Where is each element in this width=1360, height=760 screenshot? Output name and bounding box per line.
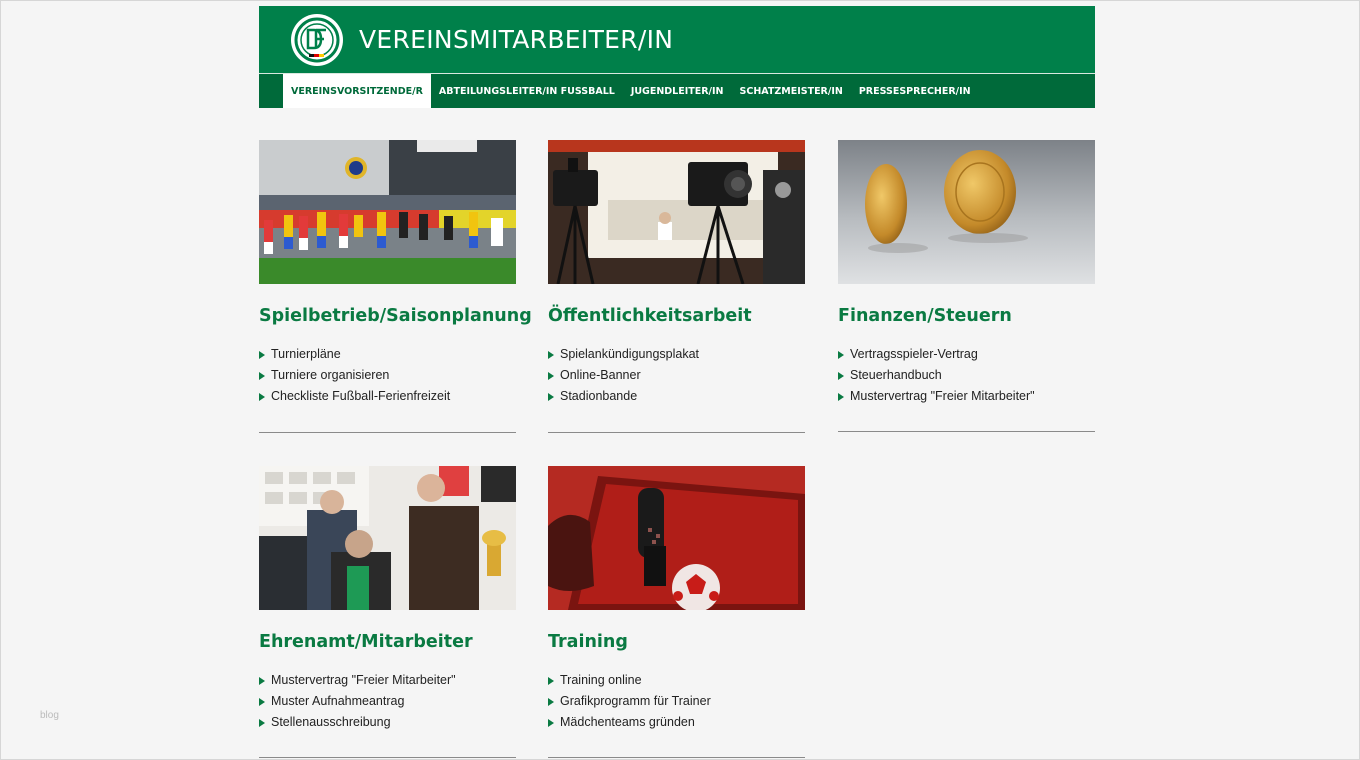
nav-item-vereinsvorsitzende[interactable]: VEREINSVORSITZENDE/R	[283, 74, 431, 108]
card-divider	[838, 431, 1095, 432]
watermark-text: blog	[40, 710, 59, 721]
link-list: Mustervertrag "Freier Mitarbeiter" Muste…	[259, 670, 516, 733]
card-divider	[259, 757, 516, 758]
list-item[interactable]: Training online	[548, 670, 805, 691]
nav-item-pressesprecher[interactable]: PRESSESPRECHER/IN	[851, 74, 979, 108]
nav-item-schatzmeister[interactable]: SCHATZMEISTER/IN	[732, 74, 851, 108]
list-item[interactable]: Stellenausschreibung	[259, 712, 516, 733]
list-item[interactable]: Stadionbande	[548, 386, 805, 407]
list-item[interactable]: Spielankündigungsplakat	[548, 344, 805, 365]
nav-item-abteilungsleiter[interactable]: ABTEILUNGSLEITER/IN FUSSBALL	[431, 74, 623, 108]
link-list: Vertragsspieler-Vertrag Steuerhandbuch M…	[838, 344, 1095, 407]
card-divider	[548, 757, 805, 758]
link-list: Training online Grafikprogramm für Train…	[548, 670, 805, 733]
card-divider	[548, 432, 805, 433]
list-item[interactable]: Mustervertrag "Freier Mitarbeiter"	[259, 670, 516, 691]
list-item[interactable]: Grafikprogramm für Trainer	[548, 691, 805, 712]
football-match-photo[interactable]	[259, 140, 516, 284]
card-title[interactable]: Öffentlichkeitsarbeit	[548, 306, 805, 326]
page-title: VEREINSMITARBEITER/IN	[359, 25, 674, 54]
link-list: Turnierpläne Turniere organisieren Check…	[259, 344, 516, 407]
list-item[interactable]: Steuerhandbuch	[838, 365, 1095, 386]
card-title[interactable]: Spielbetrieb/Saisonplanung	[259, 306, 532, 326]
list-item[interactable]: Online-Banner	[548, 365, 805, 386]
coins-photo[interactable]	[838, 140, 1095, 284]
card-divider	[259, 432, 516, 433]
card-finanzen: Finanzen/Steuern Vertragsspieler-Vertrag…	[838, 140, 1095, 432]
nav-item-jugendleiter[interactable]: JUGENDLEITER/IN	[623, 74, 732, 108]
dfb-logo[interactable]	[291, 13, 343, 66]
list-item[interactable]: Turnierpläne	[259, 344, 516, 365]
list-item[interactable]: Checkliste Fußball-Ferienfreizeit	[259, 386, 516, 407]
card-ehrenamt: Ehrenamt/Mitarbeiter Mustervertrag "Frei…	[259, 466, 516, 758]
card-training: Training Training online Grafikprogramm …	[548, 466, 805, 758]
tv-cameras-press-photo[interactable]	[548, 140, 805, 284]
link-list: Spielankündigungsplakat Online-Banner St…	[548, 344, 805, 407]
list-item[interactable]: Mustervertrag "Freier Mitarbeiter"	[838, 386, 1095, 407]
list-item[interactable]: Vertragsspieler-Vertrag	[838, 344, 1095, 365]
main-nav: VEREINSVORSITZENDE/R ABTEILUNGSLEITER/IN…	[259, 74, 1095, 108]
page-container: VEREINSMITARBEITER/IN VEREINSVORSITZENDE…	[259, 6, 1095, 760]
card-title[interactable]: Training	[548, 632, 805, 652]
office-team-photo[interactable]	[259, 466, 516, 610]
topic-grid: Spielbetrieb/Saisonplanung Turnierpläne …	[259, 140, 1095, 760]
card-spielbetrieb: Spielbetrieb/Saisonplanung Turnierpläne …	[259, 140, 532, 433]
card-title[interactable]: Ehrenamt/Mitarbeiter	[259, 632, 516, 652]
list-item[interactable]: Mädchenteams gründen	[548, 712, 805, 733]
list-item[interactable]: Muster Aufnahmeantrag	[259, 691, 516, 712]
card-oeffentlichkeitsarbeit: Öffentlichkeitsarbeit Spielankündigungsp…	[548, 140, 805, 433]
list-item[interactable]: Turniere organisieren	[259, 365, 516, 386]
tablet-football-photo[interactable]	[548, 466, 805, 610]
card-title[interactable]: Finanzen/Steuern	[838, 306, 1095, 326]
site-header: VEREINSMITARBEITER/IN	[259, 6, 1095, 73]
